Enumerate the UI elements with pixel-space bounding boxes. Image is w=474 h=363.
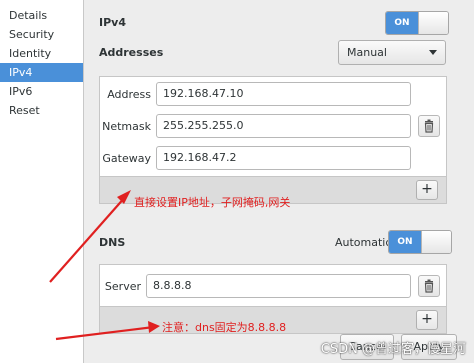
address-field[interactable]: 192.168.47.10 xyxy=(156,82,411,106)
dns-toggle-on-label: ON xyxy=(389,231,421,253)
ipv4-toggle[interactable]: ON xyxy=(385,11,449,35)
ipv4-toggle-on-label: ON xyxy=(386,12,418,34)
method-dropdown-value: Manual xyxy=(347,46,387,59)
dns-annotation: 注意：dns固定为8.8.8.8 xyxy=(162,321,287,334)
dns-automatic-label: Automatic xyxy=(335,236,392,249)
ipv4-settings-pane: IPv4 ON Addresses Manual Address 192.168… xyxy=(85,0,474,363)
trash-icon xyxy=(424,279,434,293)
delete-dns-button[interactable] xyxy=(418,275,440,297)
trash-icon xyxy=(424,119,434,133)
chevron-down-icon xyxy=(429,50,437,55)
method-dropdown[interactable]: Manual xyxy=(338,40,446,65)
sidebar-item-ipv6[interactable]: IPv6 xyxy=(0,82,83,101)
netmask-label: Netmask xyxy=(102,120,151,133)
addresses-panel: Address 192.168.47.10 Netmask 255.255.25… xyxy=(99,76,447,204)
address-annotation: 直接设置IP地址，子网掩码,网关 xyxy=(134,196,291,209)
delete-address-button[interactable] xyxy=(418,115,440,137)
sidebar-item-ipv4[interactable]: IPv4 xyxy=(0,63,83,82)
dns-toggle-knob xyxy=(421,231,451,253)
sidebar-item-details[interactable]: Details xyxy=(0,6,83,25)
csdn-watermark: CSDN @曾过客，慢星河 xyxy=(320,342,466,357)
ipv4-toggle-knob xyxy=(418,12,448,34)
netmask-field[interactable]: 255.255.255.0 xyxy=(156,114,411,138)
add-dns-button[interactable]: + xyxy=(416,310,438,330)
add-address-button[interactable]: + xyxy=(416,180,438,200)
dns-server-field[interactable]: 8.8.8.8 xyxy=(146,274,411,298)
address-label: Address xyxy=(107,88,151,101)
gateway-field[interactable]: 192.168.47.2 xyxy=(156,146,411,170)
sidebar-item-reset[interactable]: Reset xyxy=(0,101,83,120)
server-label: Server xyxy=(104,280,141,293)
gateway-label: Gateway xyxy=(102,152,151,165)
dns-heading: DNS xyxy=(99,236,126,249)
sidebar: Details Security Identity IPv4 IPv6 Rese… xyxy=(0,0,84,363)
ipv4-title: IPv4 xyxy=(99,16,126,29)
addresses-heading: Addresses xyxy=(99,46,164,59)
sidebar-item-security[interactable]: Security xyxy=(0,25,83,44)
sidebar-item-identity[interactable]: Identity xyxy=(0,44,83,63)
dns-automatic-toggle[interactable]: ON xyxy=(388,230,452,254)
